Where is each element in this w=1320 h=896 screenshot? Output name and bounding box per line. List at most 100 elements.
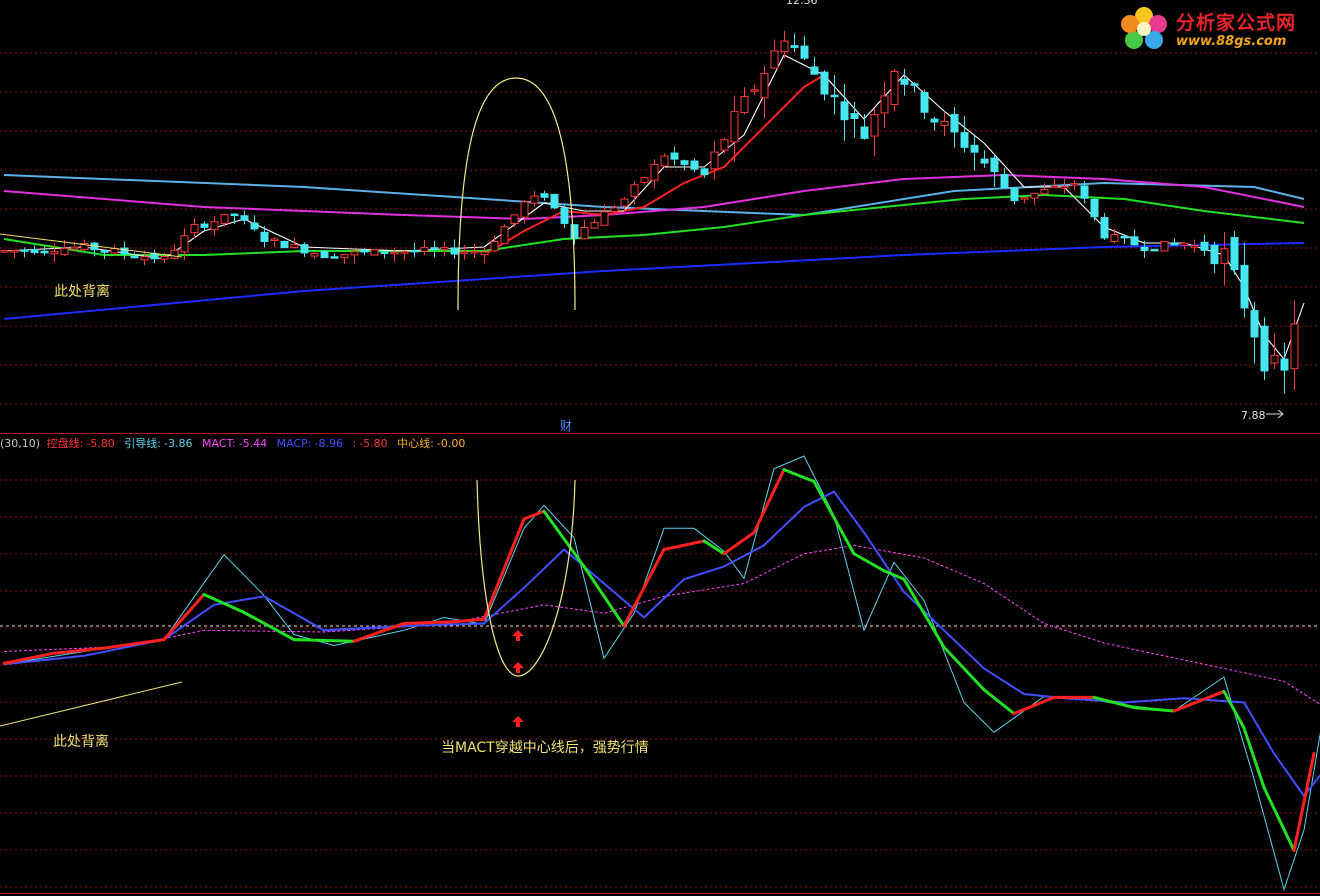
kongpan-segment (942, 645, 986, 692)
kongpan-segment (1132, 706, 1176, 713)
candle-body (760, 73, 769, 99)
candle-body (200, 223, 209, 228)
candle-body (100, 250, 109, 253)
kongpan-segment (982, 688, 1016, 716)
candle-body (820, 71, 829, 95)
kongpan-segment (202, 593, 246, 614)
lower-note-label: 当MACT穿越中心线后，强势行情 (441, 740, 649, 756)
candle-body (660, 155, 669, 167)
candle-body (1190, 245, 1199, 248)
candle-body (830, 94, 839, 98)
candle-body (890, 70, 899, 106)
kongpan-segment (662, 539, 706, 551)
candle-body (1080, 185, 1089, 199)
indicator-legend: (30,10) 控盘线: -5.80 引导线: -3.86 MACT: -5.44 M… (0, 435, 471, 451)
candle-body (730, 111, 739, 143)
candle-body (410, 249, 419, 253)
candle-body (900, 78, 909, 85)
candle-body (180, 235, 189, 253)
candle-body (1210, 245, 1219, 265)
candle-body (1120, 235, 1129, 239)
candle-body (540, 193, 549, 198)
candle-body (10, 249, 19, 253)
candle-body (570, 224, 579, 239)
candle-body (1060, 185, 1069, 189)
candle-body (230, 213, 239, 217)
up-arrow-icon (512, 716, 524, 727)
candle-body (130, 255, 139, 259)
candle-body (1290, 323, 1299, 370)
candle-body (670, 152, 679, 160)
kongpan-line (2, 468, 1316, 852)
candle-body (20, 249, 29, 252)
candle-body (1030, 192, 1039, 199)
kongpan-segment (402, 620, 456, 625)
logo-url: www.88gs.com (1176, 34, 1287, 49)
kongpan-segment (242, 610, 296, 642)
candle-body (620, 198, 629, 207)
moving-averages (3, 54, 1305, 360)
candle-body (870, 114, 879, 137)
candle-body (710, 151, 719, 170)
signal-arrows (512, 630, 524, 727)
candle-body (580, 226, 589, 240)
candle-body (630, 184, 639, 197)
candle-body (1100, 217, 1109, 239)
candle-body (1110, 234, 1119, 243)
kongpan-segment (522, 509, 546, 521)
candle-body (450, 247, 459, 255)
candle-body (980, 158, 989, 164)
candle-body (190, 223, 199, 234)
candle-body (30, 249, 39, 254)
candle-body (530, 195, 539, 204)
kongpan-segment (722, 531, 756, 556)
candle-body (310, 252, 319, 257)
candle-body (930, 118, 939, 123)
candle-body (1230, 237, 1239, 271)
candle-body (220, 214, 229, 224)
candle-body (210, 221, 219, 230)
candle-body (910, 83, 919, 86)
flower-logo-icon (1121, 7, 1167, 49)
candle-body (390, 251, 399, 255)
candle-body (590, 222, 599, 229)
candle-body (750, 89, 759, 92)
candle-body (940, 120, 949, 126)
candle-body (840, 101, 849, 121)
candle-body (360, 249, 369, 253)
candle-body (510, 214, 519, 224)
candle-body (1000, 173, 1009, 188)
candle-body (140, 256, 149, 261)
divider-label: 财 (560, 419, 572, 433)
candle-body (1160, 240, 1169, 252)
candle-body (990, 157, 999, 173)
candle-body (770, 50, 779, 69)
candle-body (790, 45, 799, 49)
candle-body (600, 211, 609, 226)
candle-body (170, 249, 179, 259)
candle-body (1200, 241, 1209, 251)
candle-body (240, 215, 249, 221)
candle-body (950, 114, 959, 133)
legend-item-yindao: 引导线: -3.86 (124, 437, 193, 450)
candle-body (420, 247, 429, 252)
candle-body (700, 168, 709, 176)
legend-item-kongpan: 控盘线: -5.80 (46, 437, 115, 450)
candle-body (290, 244, 299, 248)
candle-body (70, 246, 79, 250)
candle-body (110, 248, 119, 254)
candle-body (1250, 310, 1259, 338)
candle-body (430, 247, 439, 251)
candle-body (1220, 248, 1229, 265)
lower-highlight-ellipse (476, 479, 576, 677)
candle-body (780, 40, 789, 53)
candle-body (800, 45, 809, 59)
candle-body (320, 250, 329, 259)
candle-body (1070, 183, 1079, 186)
candle-body (1130, 236, 1139, 246)
candle-body (520, 201, 529, 218)
candle-body (740, 96, 749, 113)
candle-body (270, 238, 279, 242)
kongpan-segment (542, 509, 586, 568)
kongpan-segment (102, 638, 166, 650)
